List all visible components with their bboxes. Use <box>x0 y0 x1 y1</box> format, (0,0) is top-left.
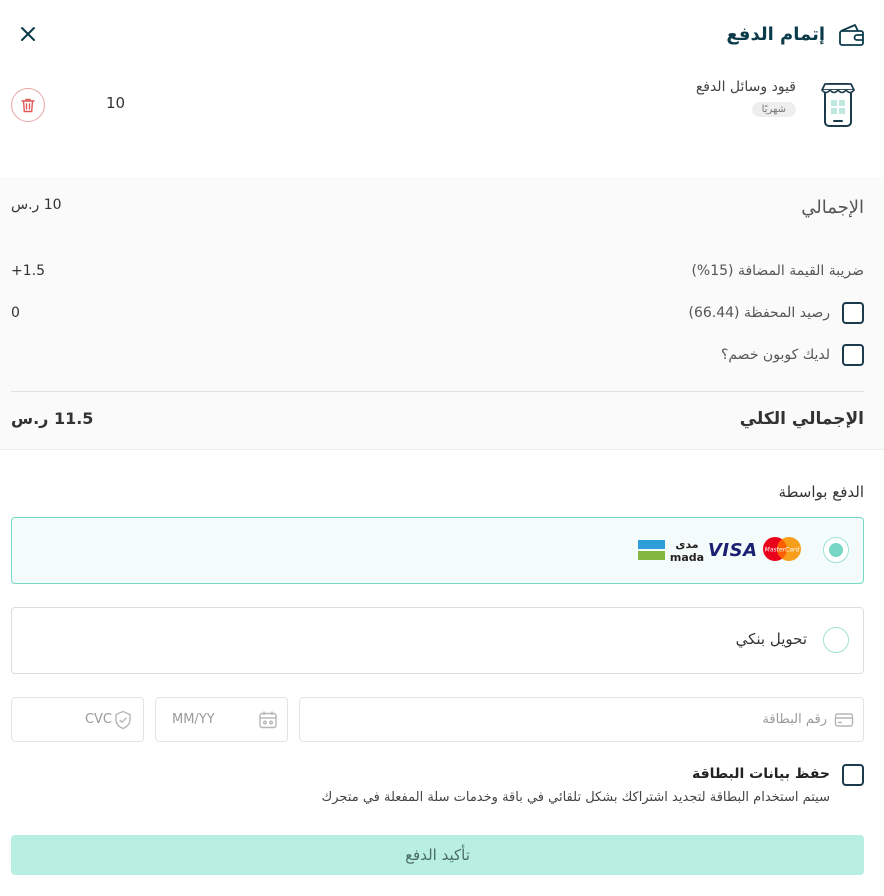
radio-selected-dot <box>829 543 843 557</box>
mastercard-logo: MasterCard <box>761 536 803 562</box>
close-icon[interactable] <box>16 20 40 48</box>
save-card-note: سيتم استخدام البطاقة لتجديد اشتراكك بشكل… <box>321 790 830 805</box>
card-payment-radio[interactable] <box>823 537 849 563</box>
subtotal-value: 10 ر.س <box>11 197 62 213</box>
wallet-icon <box>838 22 866 48</box>
coupon-label: لديك كوبون خصم؟ <box>720 347 830 363</box>
total-value: 11.5 ر.س <box>11 409 94 428</box>
subtotal-label: الإجمالي <box>801 197 864 218</box>
product-quantity: 10 <box>106 94 126 112</box>
use-wallet-checkbox[interactable] <box>842 302 864 324</box>
wallet-balance-label: رصيد المحفظة (66.44) <box>688 305 830 321</box>
page-title: إتمام الدفع <box>726 24 825 45</box>
save-card-label: حفظ بيانات البطاقة <box>691 766 830 782</box>
vat-label: ضريبة القيمة المضافة (15%) <box>691 263 864 279</box>
product-name: قيود وسائل الدفع <box>695 79 796 95</box>
confirm-payment-button[interactable]: تأكيد الدفع <box>11 835 864 875</box>
coupon-checkbox[interactable] <box>842 344 864 366</box>
card-number-input[interactable] <box>327 698 827 741</box>
mada-logo: مدى mada <box>638 537 706 564</box>
vat-value: +1.5 <box>11 263 45 279</box>
bank-transfer-label: تحويل بنكي <box>735 630 807 648</box>
mastercard-text: MasterCard <box>765 547 800 554</box>
total-label: الإجمالي الكلي <box>739 409 864 429</box>
trash-icon <box>21 98 35 112</box>
shield-check-icon <box>115 710 131 730</box>
card-number-field[interactable] <box>299 697 864 742</box>
cvc-field[interactable] <box>11 697 144 742</box>
mada-latin-text: mada <box>670 551 704 563</box>
calendar-icon <box>259 711 277 729</box>
expiry-input[interactable] <box>172 698 252 741</box>
delete-button[interactable] <box>11 88 45 122</box>
visa-logo: VISA <box>708 540 758 561</box>
mada-arabic-text: مدى <box>675 538 698 551</box>
save-card-checkbox[interactable] <box>842 764 864 786</box>
expiry-field[interactable] <box>155 697 288 742</box>
wallet-balance-value: 0 <box>11 305 20 321</box>
credit-card-icon <box>834 713 854 727</box>
summary-divider <box>11 391 864 392</box>
billing-period-badge: شهريًا <box>751 102 796 117</box>
store-phone-icon <box>820 80 856 128</box>
payment-method-heading: الدفع بواسطة <box>778 483 864 501</box>
bank-transfer-radio[interactable] <box>823 627 849 653</box>
cvc-input[interactable] <box>22 698 112 741</box>
